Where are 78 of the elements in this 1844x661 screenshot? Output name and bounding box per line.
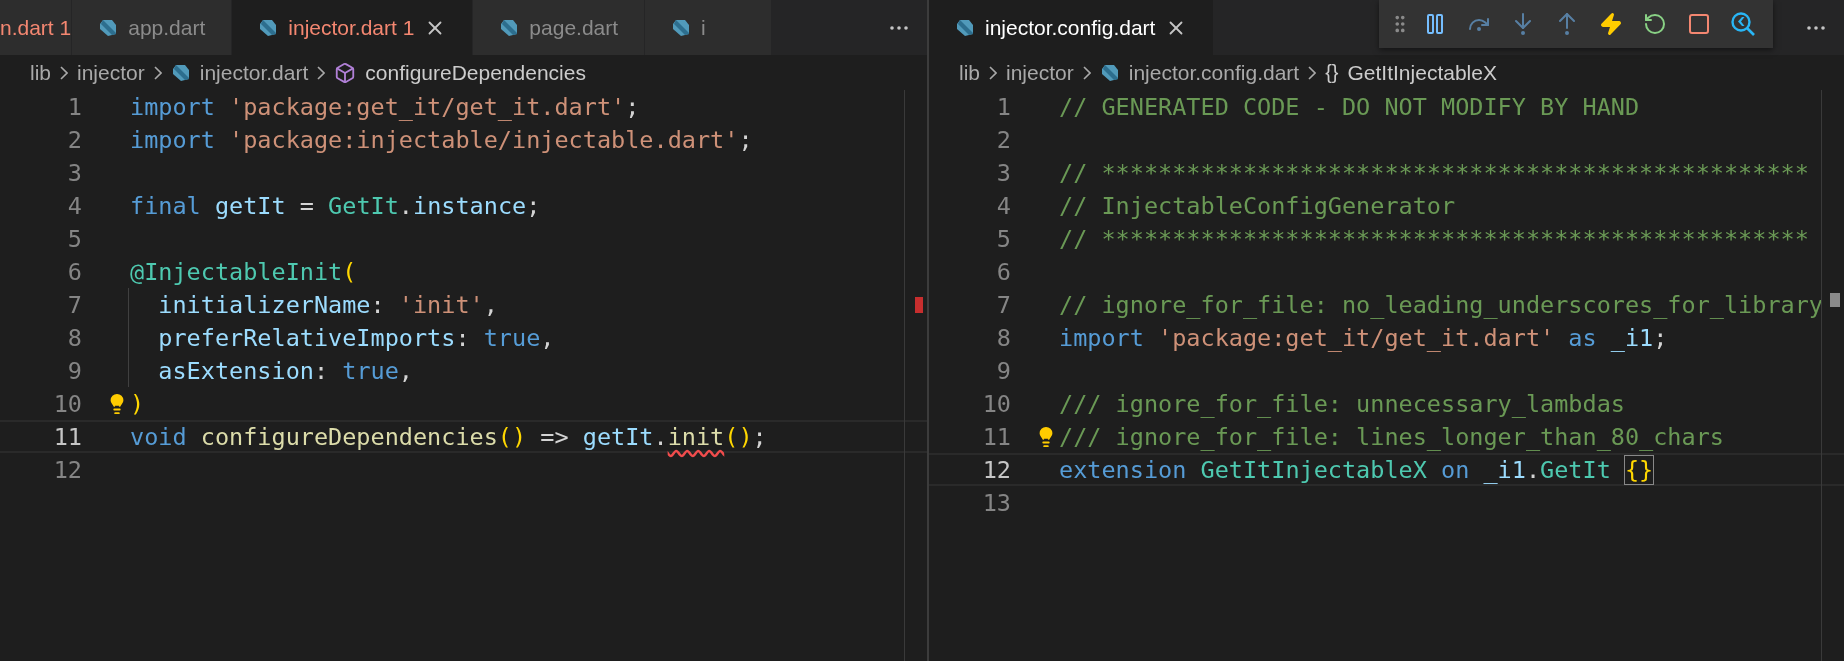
cube-icon: [334, 61, 357, 84]
line-number: 8: [66, 323, 82, 352]
code-line: final getIt = GetIt.instance;: [130, 191, 541, 220]
code-line: @InjectableInit(: [130, 257, 357, 286]
breadcrumb-item[interactable]: GetItInjectableX: [1347, 60, 1497, 85]
line-number: 7: [995, 290, 1011, 319]
code-line: // InjectableConfigGenerator: [1059, 191, 1456, 220]
line-number: 10: [52, 389, 82, 418]
chevron-icon: [1308, 65, 1317, 80]
code-line: asExtension: true,: [157, 356, 413, 385]
code-line: // **************************************************: [1059, 158, 1809, 187]
line-number: 4: [995, 191, 1011, 220]
code-line: void configureDependencies() => getIt.init();: [130, 422, 767, 451]
line-number: 3: [995, 158, 1011, 187]
editor-tab[interactable]: i: [645, 0, 772, 55]
chevron-icon: [153, 65, 162, 80]
dart-file-icon: [671, 17, 692, 38]
stop-icon: [1687, 12, 1711, 36]
chevron-icon: [317, 65, 326, 80]
line-number: 5: [995, 224, 1011, 253]
chevron-icon: [1082, 65, 1091, 80]
line-number: 2: [66, 125, 82, 154]
editor-tab[interactable]: injector.config.dart: [929, 0, 1215, 55]
editor-tab[interactable]: n.dart 1: [0, 0, 73, 55]
code-line: // **************************************************: [1059, 224, 1809, 253]
editor-tab[interactable]: injector.dart 1: [232, 0, 474, 55]
line-number: 12: [52, 455, 82, 484]
editor-tab[interactable]: app.dart: [72, 0, 233, 55]
code-line: preferRelativeImports: true,: [157, 323, 555, 352]
line-number: 1: [995, 92, 1011, 121]
line-number: 1: [66, 92, 82, 121]
line-number: 7: [66, 290, 82, 319]
line-number: 5: [66, 224, 82, 253]
line-number: 9: [995, 356, 1011, 385]
line-number: 13: [981, 488, 1011, 517]
line-number: 10: [981, 389, 1011, 418]
line-number: 9: [66, 356, 82, 385]
chevron-icon: [60, 65, 68, 80]
more-icon: [1807, 25, 1825, 30]
breadcrumb-item[interactable]: injector.dart: [199, 60, 309, 85]
search-icon: [1730, 11, 1756, 37]
breadcrumb-item[interactable]: injector: [77, 60, 145, 85]
braces-symbol: {}: [1325, 61, 1339, 84]
breadcrumb-item[interactable]: injector.config.dart: [1128, 60, 1300, 85]
code-line: import 'package:get_it/get_it.dart' as _i1;: [1059, 323, 1668, 352]
line-number: 11: [52, 422, 82, 451]
code-line: /// ignore_for_file: unnecessary_lambdas: [1059, 389, 1625, 418]
line-number: 2: [995, 125, 1011, 154]
dart-file-icon: [98, 17, 119, 38]
editor-tab[interactable]: page.dart: [473, 0, 646, 55]
code-line: import 'package:injectable/injectable.dart';: [130, 125, 753, 154]
code-line: // GENERATED CODE - DO NOT MODIFY BY HAND: [1059, 92, 1640, 121]
chevron-icon: [989, 65, 997, 80]
breadcrumb-item[interactable]: configureDependencies: [365, 60, 586, 85]
breadcrumb-item[interactable]: injector: [1006, 60, 1074, 85]
dart-file-icon: [170, 62, 191, 83]
code-line: import 'package:get_it/get_it.dart';: [130, 92, 640, 121]
line-number: 3: [66, 158, 82, 187]
breadcrumb-item[interactable]: lib: [959, 60, 980, 85]
line-number: 6: [995, 257, 1011, 286]
code-line: ): [130, 389, 145, 418]
line-number: 11: [981, 422, 1011, 451]
more-icon: [890, 25, 908, 30]
dart-file-icon: [258, 17, 279, 38]
line-number: 6: [66, 257, 82, 286]
restart-icon: [1643, 12, 1667, 36]
line-number: 8: [995, 323, 1011, 352]
dart-file-icon: [499, 17, 520, 38]
lightning-icon: [1599, 12, 1623, 36]
code-line: // ignore_for_file: no_leading_underscores_for_library: [1059, 290, 1823, 319]
code-line: /// ignore_for_file: lines_longer_than_80_chars: [1059, 422, 1724, 451]
line-number: 12: [981, 455, 1011, 484]
line-number: 4: [66, 191, 82, 220]
dart-file-icon: [955, 17, 975, 38]
dart-file-icon: [1099, 62, 1120, 83]
code-line: extension GetItInjectableX on _i1.GetIt {}: [1059, 455, 1654, 484]
code-line: initializerName: 'init',: [157, 290, 498, 319]
breadcrumb-item[interactable]: lib: [30, 60, 51, 85]
